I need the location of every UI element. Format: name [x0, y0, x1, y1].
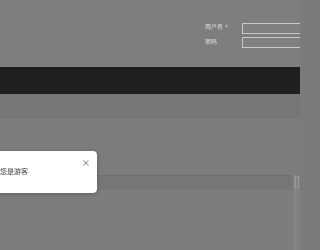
- header: 用户名 * 密码: [0, 0, 300, 67]
- required-mark: *: [225, 24, 229, 31]
- sub-toolbar: [0, 94, 300, 118]
- right-panel-header-edge: [295, 176, 299, 188]
- top-navbar: [0, 67, 300, 94]
- notice-dialog: 您是游客 ×: [0, 151, 97, 193]
- dialog-message: 您是游客: [0, 168, 28, 176]
- password-label: 密码: [205, 39, 218, 46]
- page: 用户名 * 密码 您是游客 ×: [0, 0, 300, 250]
- close-icon[interactable]: ×: [81, 159, 91, 169]
- username-input[interactable]: [242, 23, 300, 34]
- username-label: 用户名 *: [205, 24, 229, 31]
- password-input[interactable]: [242, 37, 300, 48]
- panel-body: [0, 190, 292, 250]
